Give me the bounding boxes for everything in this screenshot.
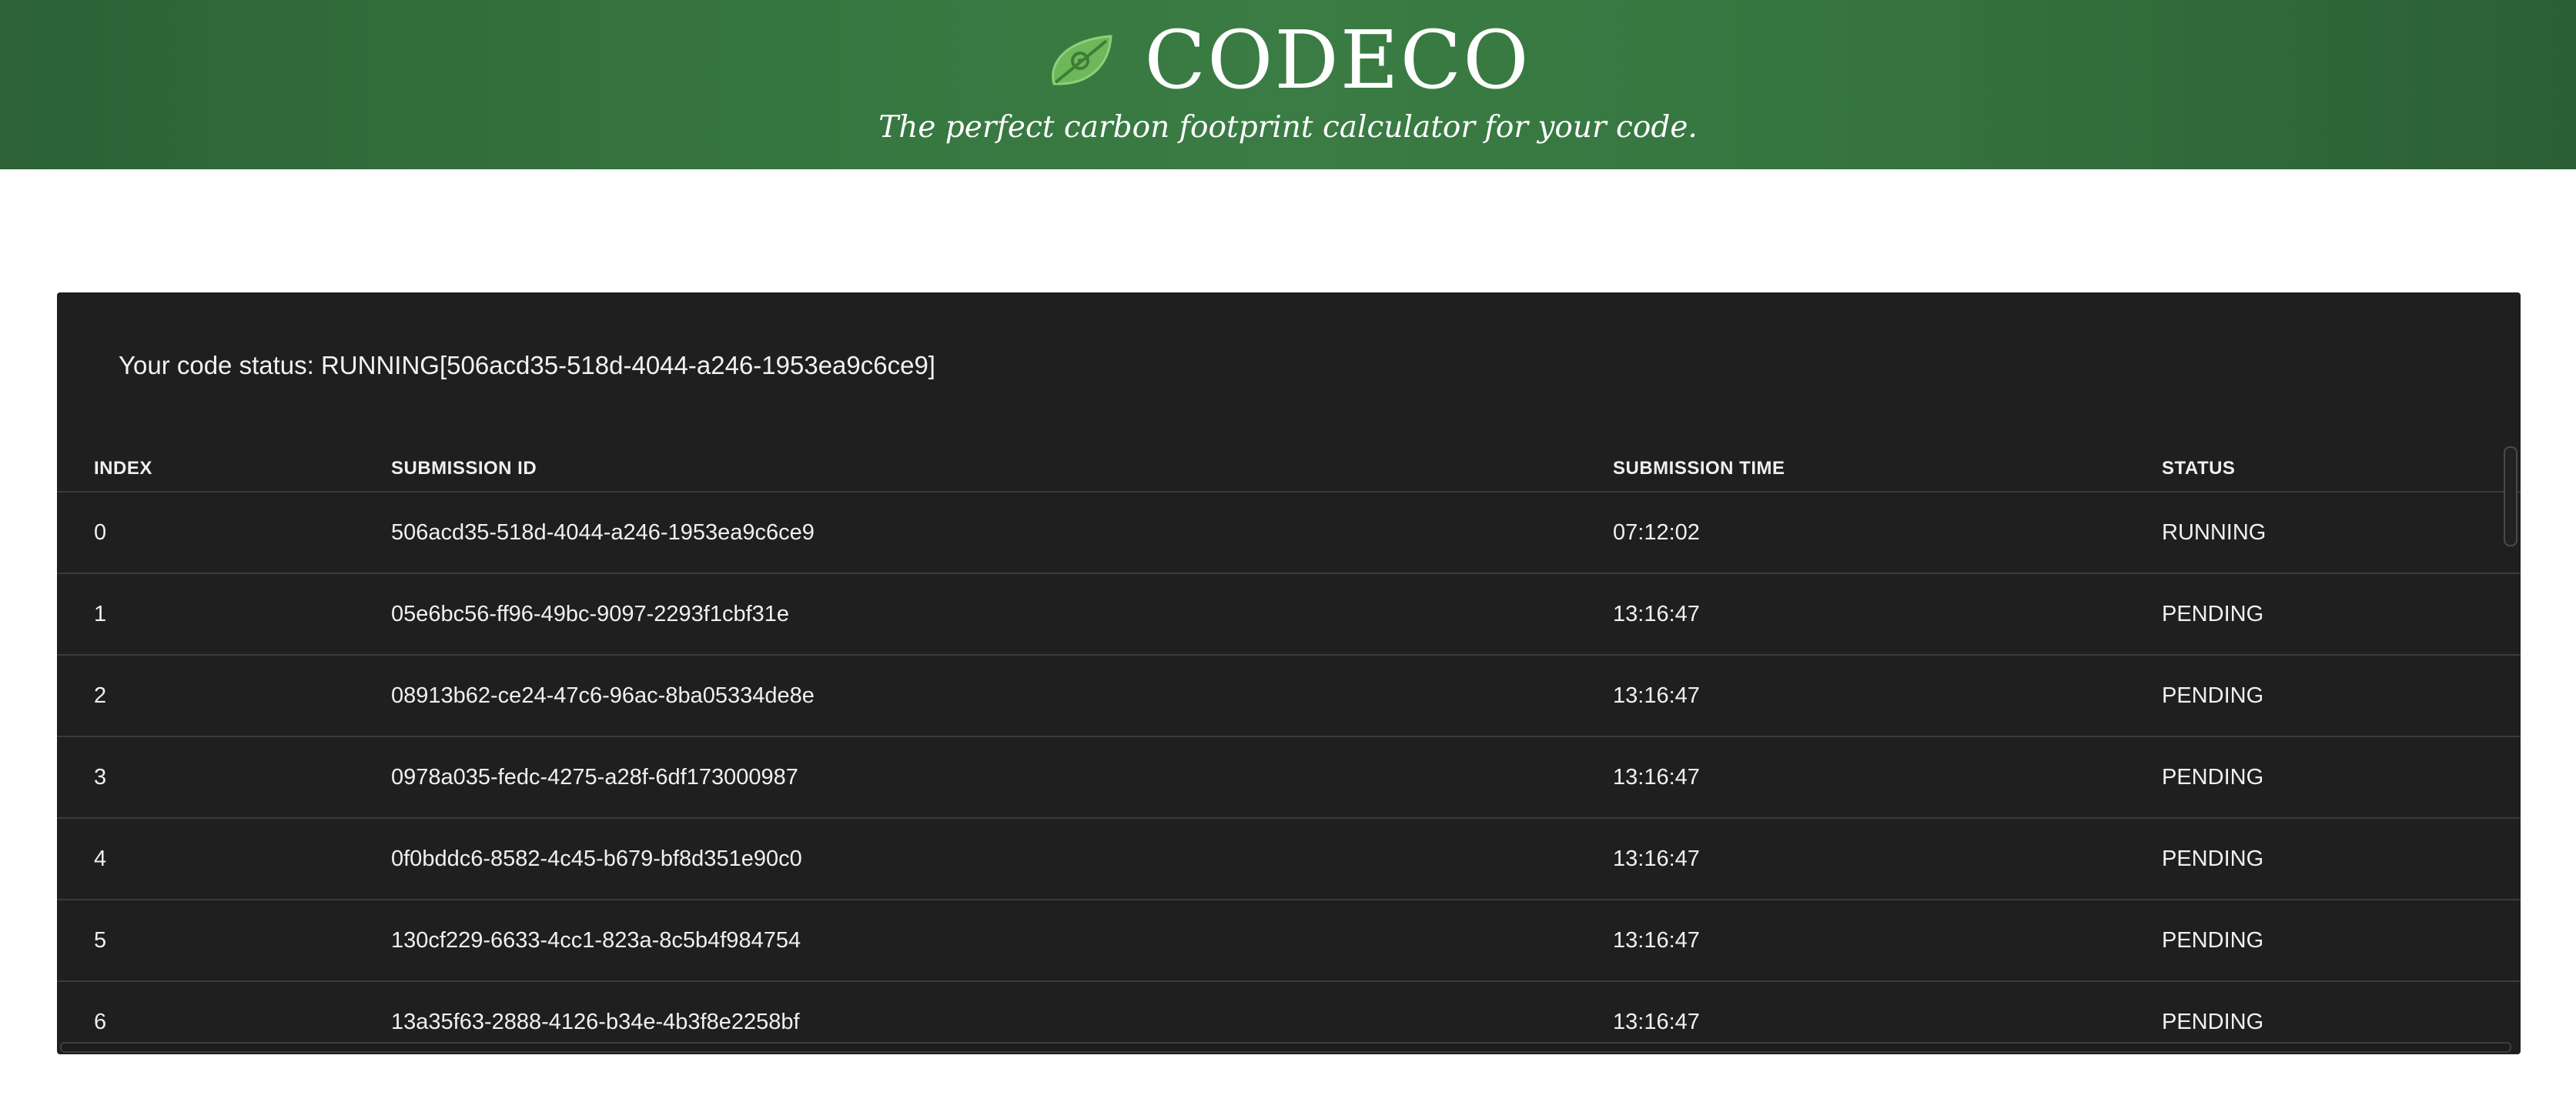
cell-submission-id: 0f0bddc6-8582-4c45-b679-bf8d351e90c0 xyxy=(391,847,802,871)
table-row: 0 506acd35-518d-4044-a246-1953ea9c6ce9 0… xyxy=(57,493,2521,574)
cell-status: PENDING xyxy=(2162,683,2264,708)
code-status-text: Your code status: RUNNING[506acd35-518d-… xyxy=(119,351,935,379)
cell-status: PENDING xyxy=(2162,765,2264,790)
submissions-table: INDEX SUBMISSION ID SUBMISSION TIME STAT… xyxy=(57,446,2521,1054)
cell-submission-time: 13:16:47 xyxy=(1613,765,1700,790)
cell-index: 3 xyxy=(94,765,107,790)
cell-submission-id: 05e6bc56-ff96-49bc-9097-2293f1cbf31e xyxy=(391,602,790,626)
table-row: 5 130cf229-6633-4cc1-823a-8c5b4f984754 1… xyxy=(57,900,2521,982)
horizontal-scrollbar[interactable] xyxy=(60,1042,2511,1053)
vertical-scrollbar[interactable] xyxy=(2504,446,2517,546)
table-row: 4 0f0bddc6-8582-4c45-b679-bf8d351e90c0 1… xyxy=(57,819,2521,900)
cell-submission-id: 130cf229-6633-4cc1-823a-8c5b4f984754 xyxy=(391,928,801,953)
submissions-panel: Your code status: RUNNING[506acd35-518d-… xyxy=(57,292,2521,1054)
column-header-index: INDEX xyxy=(94,458,152,479)
column-header-submission-time: SUBMISSION TIME xyxy=(1613,458,1785,479)
cell-submission-time: 13:16:47 xyxy=(1613,928,1700,953)
app-title: CODECO xyxy=(1144,13,1531,107)
app-header: CODECO The perfect carbon footprint calc… xyxy=(0,0,2576,169)
cell-status: PENDING xyxy=(2162,928,2264,953)
cell-submission-time: 13:16:47 xyxy=(1613,683,1700,708)
cell-index: 2 xyxy=(94,683,107,708)
cell-status: PENDING xyxy=(2162,847,2264,871)
cell-index: 0 xyxy=(94,520,107,545)
cell-submission-id: 506acd35-518d-4044-a246-1953ea9c6ce9 xyxy=(391,520,815,545)
cell-status: PENDING xyxy=(2162,602,2264,626)
table-row: 3 0978a035-fedc-4275-a28f-6df173000987 1… xyxy=(57,737,2521,819)
cell-submission-time: 13:16:47 xyxy=(1613,602,1700,626)
cell-status: RUNNING xyxy=(2162,520,2267,545)
leaf-icon xyxy=(1051,35,1112,85)
cell-submission-time: 13:16:47 xyxy=(1613,847,1700,871)
table-row: 2 08913b62-ce24-47c6-96ac-8ba05334de8e 1… xyxy=(57,656,2521,737)
table-row: 1 05e6bc56-ff96-49bc-9097-2293f1cbf31e 1… xyxy=(57,574,2521,656)
brand: CODECO xyxy=(0,14,2576,106)
cell-submission-time: 07:12:02 xyxy=(1613,520,1700,545)
column-header-status: STATUS xyxy=(2162,458,2236,479)
column-header-submission-id: SUBMISSION ID xyxy=(391,458,537,479)
app-subtitle: The perfect carbon footprint calculator … xyxy=(878,110,1698,145)
cell-index: 5 xyxy=(94,928,107,953)
cell-submission-id: 0978a035-fedc-4275-a28f-6df173000987 xyxy=(391,765,798,790)
cell-submission-id: 08913b62-ce24-47c6-96ac-8ba05334de8e xyxy=(391,683,815,708)
table-header-row: INDEX SUBMISSION ID SUBMISSION TIME STAT… xyxy=(57,446,2521,493)
cell-index: 1 xyxy=(94,602,107,626)
cell-index: 4 xyxy=(94,847,107,871)
